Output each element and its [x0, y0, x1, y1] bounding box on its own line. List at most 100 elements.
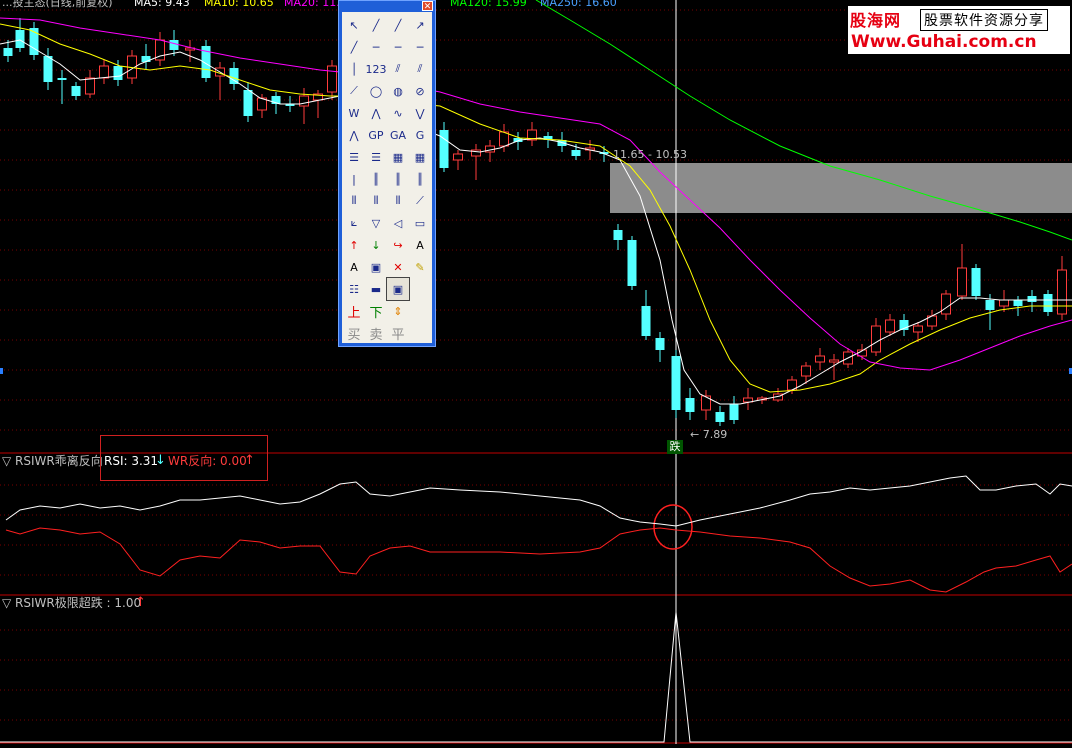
text-tool[interactable]: A	[409, 234, 431, 256]
period4-tool[interactable]: ║	[409, 168, 431, 190]
candle-body-51	[829, 359, 839, 363]
segment-tool[interactable]: ╱	[343, 36, 365, 58]
period-tool[interactable]: |	[343, 168, 365, 190]
parallel-line-tool[interactable]: ⫽	[387, 58, 409, 80]
delete-tool[interactable]: ✕	[387, 256, 409, 278]
cycle-tool[interactable]: ⦀	[343, 190, 365, 212]
angle-tool[interactable]: ⟀	[343, 212, 365, 234]
ruler-tool[interactable]: ▬	[365, 278, 387, 300]
candle-body-41	[685, 398, 695, 412]
ray-tool[interactable]: ╱	[387, 14, 409, 36]
period2-tool[interactable]: ║	[365, 168, 387, 190]
g-tool[interactable]: G	[409, 124, 431, 146]
toolbar-body: ↖ ╱ ╱ ↗ ╱ ─ ─ ─ │ 123 ⫽ ⫽ ⟋ ◯ ◍ ⊘ W ⋀ ∿ ⋁ ⋀ GP GA G ☰ ☰ ▦ ▦ | ║ ║ ║ ⦀ ⦀ ⦀ ⟋…	[342, 12, 432, 343]
ellipse-tool[interactable]: ⊘	[409, 80, 431, 102]
eraser-tool[interactable]: ✎	[409, 256, 431, 278]
text-box-tool[interactable]: A	[343, 256, 365, 278]
candle-body-49	[801, 365, 811, 377]
ma10-value: MA10: 10.65	[204, 0, 274, 9]
candle-body-39	[655, 338, 665, 350]
watermark-site-name: 股海网	[850, 11, 902, 30]
candle-body-3	[43, 56, 53, 82]
wave5-tool[interactable]: ⋀	[343, 124, 365, 146]
candle-body-21	[299, 95, 309, 107]
down-marker: 跌	[667, 440, 683, 454]
down-marker-tool[interactable]: 下	[365, 300, 387, 322]
gann-fan-tool[interactable]: ▦	[387, 146, 409, 168]
fibonacci-tool[interactable]: ☰	[343, 146, 365, 168]
horizontal-ray-tool[interactable]: ─	[387, 36, 409, 58]
line-tool[interactable]: ╱	[365, 14, 387, 36]
flat-tool[interactable]: 平	[387, 322, 409, 344]
chart-stage[interactable]: ...投主态(日线,前复权) MA5: 9.43 MA10: 10.65 MA2…	[0, 0, 1072, 744]
arrow-line-tool[interactable]: ↗	[409, 14, 431, 36]
candle-body-44	[729, 404, 739, 420]
wave4-tool[interactable]: ⋁	[409, 102, 431, 124]
candle-body-62	[985, 300, 995, 310]
horizontal-line-tool[interactable]: ─	[409, 36, 431, 58]
candlesticks	[3, 18, 1067, 426]
crossover-circle	[653, 504, 693, 550]
cycle3-tool[interactable]: ⦀	[387, 190, 409, 212]
down-arrow-icon[interactable]: ↓	[365, 234, 387, 256]
channel-tool[interactable]: ⫽	[409, 58, 431, 80]
gann-grid-tool[interactable]: ▦	[409, 146, 431, 168]
triangle-down-tool[interactable]: ▽	[365, 212, 387, 234]
indicator2-name[interactable]: ▽ RSIWR极限超跌 : 1.00	[2, 597, 141, 610]
vertical-line-tool[interactable]: │	[343, 58, 365, 80]
candle-body-6	[85, 77, 95, 95]
up-arrow-icon[interactable]: ↑	[343, 234, 365, 256]
indicator-lines	[0, 475, 1072, 743]
candle-body-16	[229, 68, 239, 84]
toolbar-close-button[interactable]: ✕	[422, 1, 433, 12]
candle-body-40	[671, 356, 681, 410]
price-chart[interactable]	[0, 0, 1072, 744]
candle-body-57	[913, 325, 923, 333]
period3-tool[interactable]: ║	[387, 168, 409, 190]
wave-tool[interactable]: W	[343, 102, 365, 124]
horizontal-segment-tool[interactable]: ─	[365, 36, 387, 58]
ga-tool[interactable]: GA	[387, 124, 409, 146]
candle-body-24	[439, 130, 449, 168]
ma120-value: MA120: 15.99	[450, 0, 527, 9]
wave3-tool[interactable]: ∿	[387, 102, 409, 124]
candle-body-54	[871, 325, 881, 353]
grid-lines	[0, 9, 1072, 744]
candle-body-67	[1057, 269, 1067, 315]
gray-box-tool[interactable]: ▣	[365, 256, 387, 278]
circle-tool[interactable]: ◯	[365, 80, 387, 102]
indicator1-name[interactable]: ▽ RSIWR乖离反向	[2, 455, 103, 468]
circle-cross-tool[interactable]: ◍	[387, 80, 409, 102]
candle-body-17	[243, 90, 253, 116]
wave2-tool[interactable]: ⋀	[365, 102, 387, 124]
drawing-toolbar[interactable]: ✕ ↖ ╱ ╱ ↗ ╱ ─ ─ ─ │ 123 ⫽ ⫽ ⟋ ◯ ◍ ⊘ W ⋀ ∿ ⋁ ⋀ GP GA G ☰ ☰ ▦ ▦ | ║ ║ ║ ⦀ ⦀…	[338, 0, 436, 347]
cursor-tool[interactable]: ↖	[343, 14, 365, 36]
sell-tool[interactable]: 卖	[365, 322, 387, 344]
number-tool[interactable]: 123	[365, 58, 387, 80]
screenshot-tool[interactable]: ▣	[386, 277, 410, 301]
percent-tool[interactable]: ☰	[365, 146, 387, 168]
list-tool[interactable]: ☷	[343, 278, 365, 300]
rsi-line	[5, 475, 1072, 527]
wr-value: WR反向: 0.00	[168, 454, 247, 468]
candle-body-50	[815, 355, 825, 363]
ma5-value: MA5: 9.43	[134, 0, 190, 9]
up-marker-tool[interactable]: 上	[343, 300, 365, 322]
candle-body-0	[3, 48, 13, 56]
rectangle-tool[interactable]: ▭	[409, 212, 431, 234]
rsi-arrow: ↓	[155, 453, 166, 468]
curve-arrow-icon[interactable]: ↪	[387, 234, 409, 256]
candle-body-5	[71, 86, 81, 96]
triangle-tool[interactable]: ◁	[387, 212, 409, 234]
candle-body-43	[715, 412, 725, 422]
gp-tool[interactable]: GP	[365, 124, 387, 146]
cycle2-tool[interactable]: ⦀	[365, 190, 387, 212]
toolbar-titlebar[interactable]	[339, 1, 435, 12]
fan-line-tool[interactable]: ⟋	[343, 80, 365, 102]
candle-body-38	[641, 306, 651, 336]
speed-line-tool[interactable]: ⟋	[409, 190, 431, 212]
candle-body-25	[453, 153, 463, 161]
buy-tool[interactable]: 买	[343, 322, 365, 344]
candle-body-7	[99, 65, 109, 79]
updown-marker-tool[interactable]: ⇕	[387, 300, 409, 322]
